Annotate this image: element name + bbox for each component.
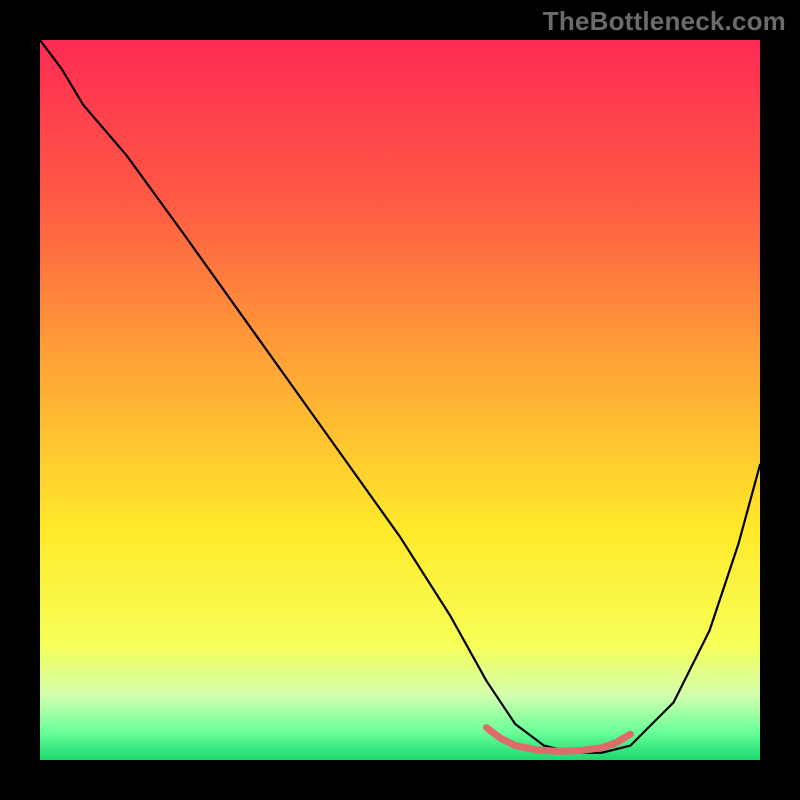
chart-frame: TheBottleneck.com <box>0 0 800 800</box>
gradient-background <box>40 40 760 760</box>
watermark-text: TheBottleneck.com <box>543 6 786 37</box>
chart-svg <box>40 40 760 760</box>
plot-area <box>40 40 760 760</box>
